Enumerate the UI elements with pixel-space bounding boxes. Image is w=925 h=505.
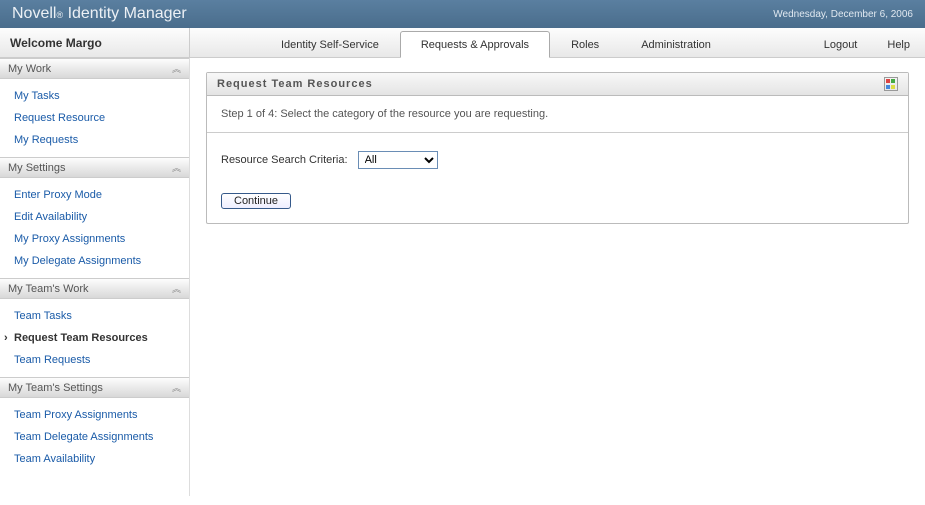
app-title-suffix: Identity Manager [68, 5, 187, 22]
sidebar-item-my-proxy-assignments[interactable]: My Proxy Assignments [0, 228, 189, 250]
nav-row: Welcome Margo Identity Self-Service Requ… [0, 28, 925, 58]
collapse-icon: ︽ [172, 282, 181, 295]
criteria-select[interactable]: All [358, 151, 438, 169]
sidebar-header-label: My Settings [8, 162, 65, 174]
welcome-text: Welcome Margo [0, 28, 190, 57]
sidebar-item-my-tasks[interactable]: My Tasks [0, 85, 189, 107]
app-title: Novell® Identity Manager [12, 5, 187, 23]
sidebar-header-my-teams-settings[interactable]: My Team's Settings ︽ [0, 377, 189, 398]
sidebar-header-label: My Team's Work [8, 283, 89, 295]
tab-administration[interactable]: Administration [620, 31, 732, 57]
sidebar: My Work ︽ My Tasks Request Resource My R… [0, 58, 190, 496]
criteria-row: Resource Search Criteria: All [221, 151, 894, 169]
app-banner: Novell® Identity Manager Wednesday, Dece… [0, 0, 925, 28]
sidebar-links-my-teams-work: Team Tasks Request Team Resources Team R… [0, 299, 189, 377]
panel-title: Request Team Resources [217, 78, 373, 90]
app-title-prefix: Novell [12, 5, 56, 22]
sidebar-item-request-team-resources[interactable]: Request Team Resources [0, 327, 189, 349]
sidebar-item-team-availability[interactable]: Team Availability [0, 448, 189, 470]
sidebar-item-team-tasks[interactable]: Team Tasks [0, 305, 189, 327]
grid-view-icon[interactable] [884, 77, 898, 91]
sidebar-item-my-requests[interactable]: My Requests [0, 129, 189, 151]
current-date: Wednesday, December 6, 2006 [773, 9, 913, 20]
sidebar-item-enter-proxy-mode[interactable]: Enter Proxy Mode [0, 184, 189, 206]
request-panel: Request Team Resources Step 1 of 4: Sele… [206, 72, 909, 224]
sidebar-links-my-teams-settings: Team Proxy Assignments Team Delegate Ass… [0, 398, 189, 476]
sidebar-item-team-proxy-assignments[interactable]: Team Proxy Assignments [0, 404, 189, 426]
tab-help[interactable]: Help [872, 31, 925, 57]
sidebar-item-edit-availability[interactable]: Edit Availability [0, 206, 189, 228]
main-tabs: Identity Self-Service Requests & Approva… [190, 28, 925, 57]
criteria-label: Resource Search Criteria: [221, 154, 348, 166]
tab-roles[interactable]: Roles [550, 31, 620, 57]
main-area: My Work ︽ My Tasks Request Resource My R… [0, 58, 925, 496]
tab-requests-approvals[interactable]: Requests & Approvals [400, 31, 550, 58]
sidebar-item-team-delegate-assignments[interactable]: Team Delegate Assignments [0, 426, 189, 448]
registered-mark: ® [56, 10, 63, 20]
step-description: Step 1 of 4: Select the category of the … [207, 96, 908, 133]
sidebar-item-my-delegate-assignments[interactable]: My Delegate Assignments [0, 250, 189, 272]
panel-body: Resource Search Criteria: All Continue [207, 133, 908, 223]
collapse-icon: ︽ [172, 62, 181, 75]
sidebar-links-my-settings: Enter Proxy Mode Edit Availability My Pr… [0, 178, 189, 278]
content-area: Request Team Resources Step 1 of 4: Sele… [190, 58, 925, 496]
sidebar-item-team-requests[interactable]: Team Requests [0, 349, 189, 371]
sidebar-header-my-teams-work[interactable]: My Team's Work ︽ [0, 278, 189, 299]
collapse-icon: ︽ [172, 161, 181, 174]
collapse-icon: ︽ [172, 381, 181, 394]
sidebar-item-request-resource[interactable]: Request Resource [0, 107, 189, 129]
sidebar-header-my-work[interactable]: My Work ︽ [0, 58, 189, 79]
continue-button[interactable]: Continue [221, 193, 291, 209]
tabs-right-group: Logout Help [809, 31, 925, 57]
tab-logout[interactable]: Logout [809, 31, 873, 57]
tab-identity-self-service[interactable]: Identity Self-Service [260, 31, 400, 57]
sidebar-header-label: My Team's Settings [8, 382, 103, 394]
sidebar-header-label: My Work [8, 63, 51, 75]
panel-header: Request Team Resources [207, 73, 908, 96]
sidebar-header-my-settings[interactable]: My Settings ︽ [0, 157, 189, 178]
sidebar-links-my-work: My Tasks Request Resource My Requests [0, 79, 189, 157]
